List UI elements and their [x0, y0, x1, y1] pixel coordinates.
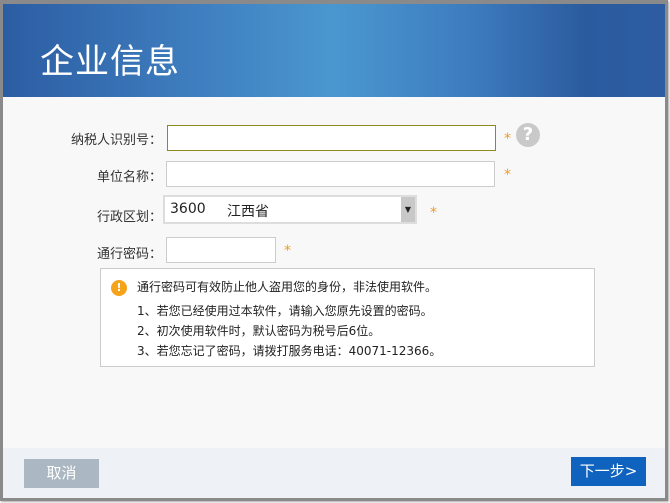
- company-name-input[interactable]: [166, 161, 495, 187]
- region-code: 3600: [170, 201, 206, 217]
- region-label: 行政区划：: [96, 210, 162, 225]
- info-line: 通行密码可有效防止他人盗用您的身份，非法使用软件。: [137, 280, 438, 294]
- info-box: ! 通行密码可有效防止他人盗用您的身份，非法使用软件。 1、若您已经使用过本软件…: [100, 268, 595, 367]
- info-line: 1、若您已经使用过本软件，请输入您原先设置的密码。: [137, 304, 433, 318]
- warning-icon: !: [111, 280, 127, 296]
- region-select[interactable]: 3600 江西省 ▼: [163, 195, 417, 224]
- footer-bar: [3, 448, 665, 498]
- required-mark: *: [504, 167, 511, 183]
- company-name-label: 单位名称：: [96, 170, 162, 185]
- required-mark: *: [284, 243, 291, 259]
- region-name: 江西省: [227, 204, 269, 220]
- password-input[interactable]: [166, 237, 276, 263]
- info-line: 3、若您忘记了密码，请拨打服务电话：40071-12366。: [137, 344, 442, 358]
- page-title: 企业信息: [40, 42, 180, 82]
- password-label: 通行密码：: [96, 247, 162, 262]
- cancel-button[interactable]: 取消: [24, 459, 99, 488]
- tax-id-label: 纳税人识别号：: [70, 133, 162, 148]
- chevron-down-icon[interactable]: ▼: [401, 197, 415, 222]
- required-mark: *: [430, 205, 437, 221]
- info-line: 2、初次使用软件时，默认密码为税号后6位。: [137, 324, 381, 338]
- help-icon[interactable]: ?: [516, 123, 540, 147]
- next-button[interactable]: 下一步>: [571, 457, 646, 486]
- header-banner: 企业信息: [3, 4, 665, 97]
- tax-id-input[interactable]: [167, 125, 496, 151]
- required-mark: *: [504, 131, 511, 147]
